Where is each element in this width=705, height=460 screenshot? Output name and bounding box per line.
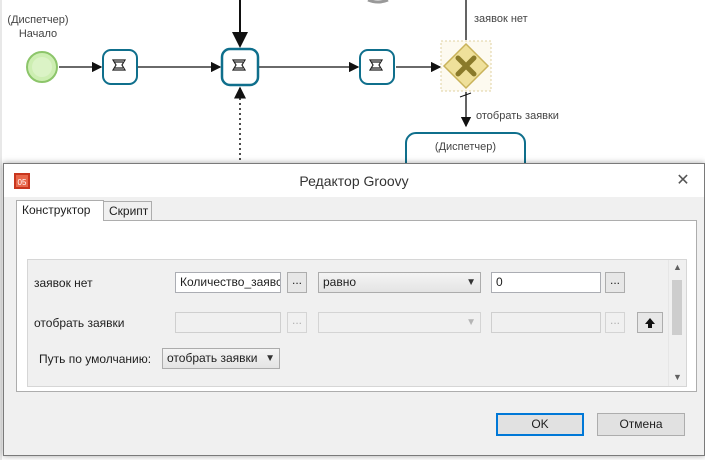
operator-select[interactable]: ▼ <box>318 312 481 333</box>
dialog-title: Редактор Groovy <box>299 173 409 189</box>
scroll-up-icon[interactable]: ▲ <box>669 262 686 272</box>
scrollbar-thumb[interactable] <box>672 280 682 335</box>
default-path-label: Путь по умолчанию: <box>39 352 152 366</box>
cancel-button[interactable]: Отмена <box>597 413 685 436</box>
chevron-down-icon: ▼ <box>466 317 476 328</box>
script-task[interactable] <box>220 47 260 87</box>
default-path-select-value: отобрать заявки <box>167 351 258 365</box>
tab-constructor[interactable]: Конструктор <box>16 200 104 221</box>
operator-select-value: равно <box>323 275 357 289</box>
variable-browse-button[interactable]: ... <box>287 272 307 293</box>
start-label-name: Начало <box>18 28 58 40</box>
start-label-role: (Диспетчер) <box>7 14 69 26</box>
value-field[interactable] <box>491 312 601 333</box>
default-path-select[interactable]: отобрать заявки ▼ <box>162 348 280 369</box>
dialog-titlebar[interactable]: 05 Редактор Groovy ✕ <box>4 164 704 197</box>
value-browse-button[interactable]: ... <box>605 272 625 293</box>
exclusive-gateway[interactable] <box>440 40 492 92</box>
scroll-down-icon[interactable]: ▼ <box>669 372 686 382</box>
move-up-button[interactable] <box>637 312 663 333</box>
start-event[interactable] <box>26 51 58 83</box>
chevron-down-icon: ▼ <box>265 353 275 364</box>
script-task[interactable] <box>102 49 138 85</box>
close-icon[interactable]: ✕ <box>672 171 694 191</box>
groovy-editor-dialog: 05 Редактор Groovy ✕ Конструктор Скрипт … <box>3 163 705 456</box>
arrow-up-icon <box>645 318 655 328</box>
lane-task-label: (Диспетчер) <box>434 141 497 153</box>
vertical-scrollbar[interactable]: ▲ ▼ <box>668 260 686 386</box>
flow-label-no-requests: заявок нет <box>474 13 528 25</box>
start-event-label: (Диспетчер) Начало <box>4 13 72 41</box>
chevron-down-icon: ▼ <box>466 277 476 288</box>
flow-label-select: отобрать заявки <box>476 110 559 122</box>
value-browse-button[interactable]: ... <box>605 312 625 333</box>
script-task[interactable] <box>359 49 395 85</box>
condition-row-label: отобрать заявки <box>34 316 125 330</box>
conditions-list: заявок нет Количество_заявс ... равно ▼ … <box>27 259 687 387</box>
condition-row-label: заявок нет <box>34 276 93 290</box>
constructor-panel: заявок нет Количество_заявс ... равно ▼ … <box>16 220 697 392</box>
value-field[interactable]: 0 <box>491 272 601 293</box>
variable-field[interactable]: Количество_заявс <box>175 272 281 293</box>
variable-field[interactable] <box>175 312 281 333</box>
ok-button[interactable]: OK <box>496 413 584 436</box>
operator-select[interactable]: равно ▼ <box>318 272 481 293</box>
variable-browse-button[interactable]: ... <box>287 312 307 333</box>
tab-script[interactable]: Скрипт <box>103 201 152 220</box>
